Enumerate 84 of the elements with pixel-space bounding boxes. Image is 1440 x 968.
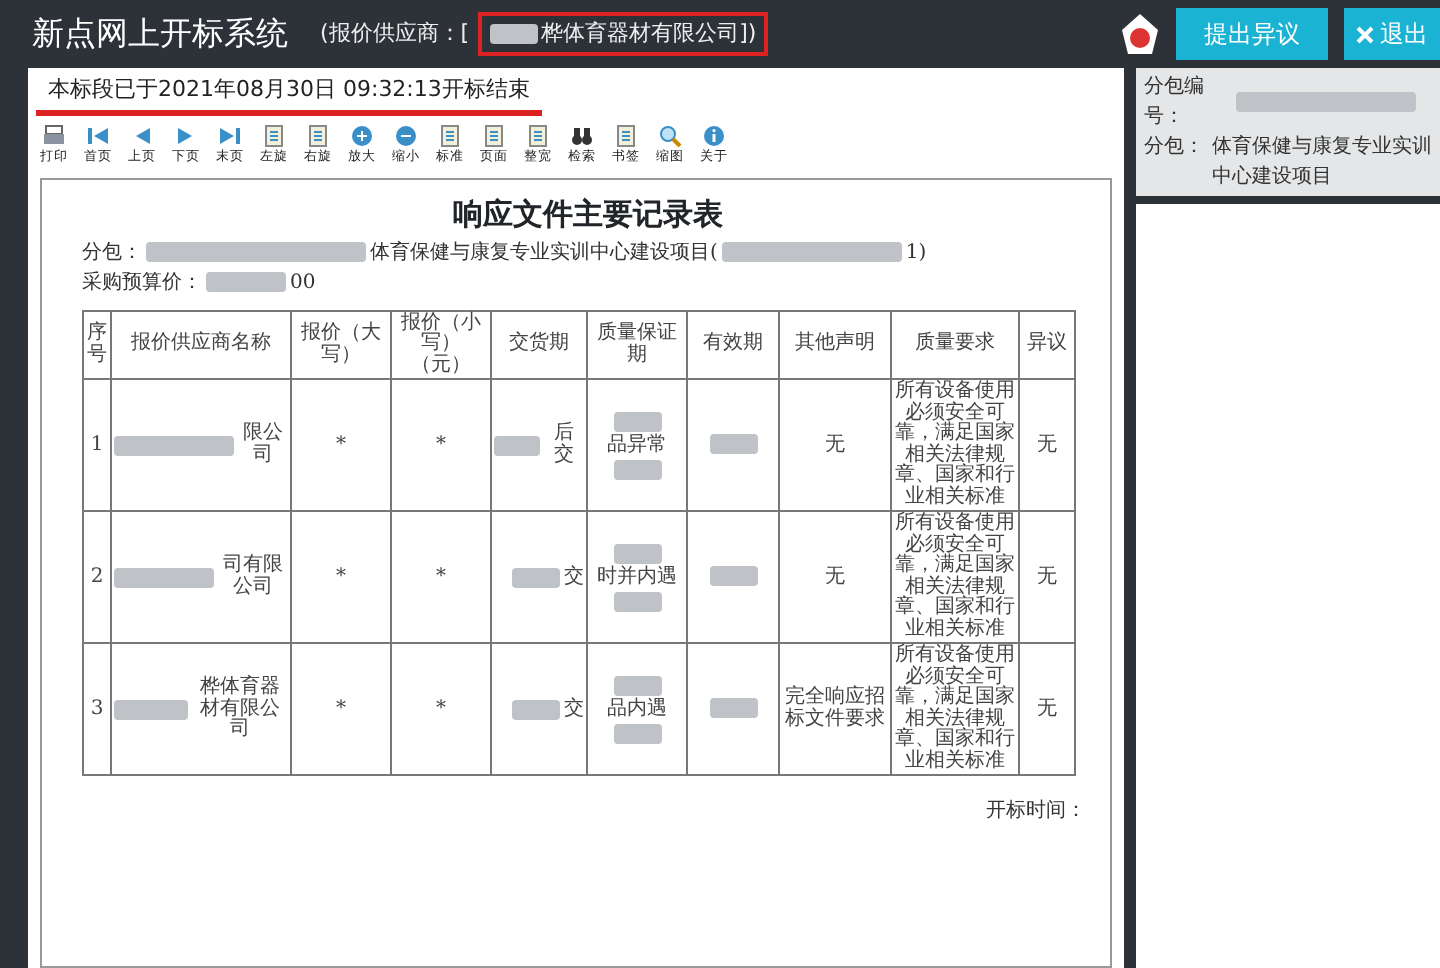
redaction-block bbox=[709, 566, 757, 587]
delivery-cell-text: 后交 bbox=[552, 424, 577, 467]
package-label: 分包： bbox=[82, 239, 142, 268]
supplier-label: (报价供应商：[ bbox=[320, 17, 470, 50]
page-icon bbox=[262, 123, 286, 147]
redaction-block bbox=[512, 699, 560, 720]
redaction-block bbox=[613, 724, 661, 744]
zoom-in-icon bbox=[350, 123, 374, 147]
table-cell: * bbox=[391, 379, 491, 512]
zoom-out-icon bbox=[394, 123, 418, 147]
redaction-block bbox=[114, 567, 214, 588]
last-page-icon bbox=[218, 123, 242, 147]
redaction-block bbox=[709, 434, 757, 455]
table-cell: 无 bbox=[1019, 511, 1075, 644]
table-cell: 无 bbox=[1019, 379, 1075, 512]
supplier-cell-text: 桦体育器材有限公司 bbox=[198, 678, 283, 741]
redaction-block bbox=[613, 543, 661, 563]
redaction-block bbox=[206, 272, 286, 293]
column-header: 报价（小写）（元） bbox=[391, 310, 491, 380]
printer-icon bbox=[42, 123, 66, 147]
redaction-block bbox=[114, 699, 189, 720]
redaction-block bbox=[613, 411, 661, 431]
table-cell: * bbox=[291, 379, 391, 512]
info-icon bbox=[702, 123, 726, 147]
opening-time-label: 开标时间： bbox=[984, 797, 1088, 827]
column-header: 质量要求 bbox=[891, 310, 1019, 380]
column-header: 有效期 bbox=[687, 310, 779, 380]
delivery-cell: 交 bbox=[564, 567, 584, 588]
warranty-cell: 时并内遇 bbox=[597, 567, 677, 588]
column-header: 序号 bbox=[83, 310, 111, 380]
redaction-block bbox=[613, 460, 661, 480]
table-cell: * bbox=[291, 643, 391, 776]
table-cell: 无 bbox=[779, 379, 891, 512]
warranty-cell: 品内遇 bbox=[607, 699, 667, 720]
table-cell: 3 bbox=[83, 643, 111, 776]
close-icon bbox=[1356, 25, 1374, 43]
table-cell: 2 bbox=[83, 511, 111, 644]
package-suffix: 1) bbox=[905, 239, 927, 268]
redaction-block bbox=[512, 567, 560, 588]
column-header: 报价（大写） bbox=[291, 310, 391, 380]
column-header: 质量保证期 bbox=[587, 310, 687, 380]
table-cell: 1 bbox=[83, 379, 111, 512]
budget-value: 00 bbox=[290, 269, 316, 298]
supplier-cell-text: 司有限公司 bbox=[220, 556, 285, 599]
notice-text: 本标段已于2021年08月30日 09:32:13开标结束 bbox=[36, 68, 542, 115]
package-label: 分包： bbox=[1144, 134, 1204, 162]
document-title: 响应文件主要记录表 bbox=[451, 194, 725, 237]
table-cell: 所有设备使用必须安全可靠，满足国家相关法律规章、国家和行业相关标准 bbox=[891, 511, 1019, 644]
redaction-block bbox=[489, 24, 538, 44]
package-number-label: 分包编号： bbox=[1144, 73, 1206, 132]
table-cell: 无 bbox=[779, 511, 891, 644]
column-header: 异议 bbox=[1019, 310, 1075, 380]
search-icon bbox=[658, 123, 682, 147]
redaction-block bbox=[709, 698, 757, 719]
redaction-block bbox=[613, 675, 661, 695]
redaction-block bbox=[114, 435, 233, 456]
warranty-cell: 品异常 bbox=[607, 435, 667, 456]
page-icon bbox=[526, 123, 550, 147]
supplier-cell-text: 限公司 bbox=[240, 424, 285, 467]
page-icon bbox=[482, 123, 506, 147]
redaction-block bbox=[613, 592, 661, 612]
seal-icon bbox=[1120, 12, 1160, 56]
page-icon bbox=[438, 123, 462, 147]
table-cell: 所有设备使用必须安全可靠，满足国家相关法律规章、国家和行业相关标准 bbox=[891, 643, 1019, 776]
column-header: 其他声明 bbox=[779, 310, 891, 380]
binoculars-icon bbox=[570, 123, 594, 147]
table-cell: 无 bbox=[1019, 643, 1075, 776]
page-icon bbox=[614, 123, 638, 147]
redaction-block bbox=[494, 435, 541, 456]
table-cell: * bbox=[391, 643, 491, 776]
window-title: 新点网上开标系统 bbox=[32, 12, 288, 56]
page-icon bbox=[306, 123, 330, 147]
table-cell: * bbox=[391, 511, 491, 644]
column-header: 报价供应商名称 bbox=[111, 310, 291, 380]
table-cell: * bbox=[291, 511, 391, 644]
table-cell: 所有设备使用必须安全可靠，满足国家相关法律规章、国家和行业相关标准 bbox=[891, 379, 1019, 512]
column-header: 交货期 bbox=[491, 310, 587, 380]
supplier-name: 桦体育器材有限公司]) bbox=[541, 17, 757, 50]
package-name: 体育保健与康复专业实训中心建设项目( bbox=[370, 239, 718, 268]
delivery-cell: 交 bbox=[564, 699, 584, 720]
table-cell: 完全响应招标文件要求 bbox=[779, 643, 891, 776]
first-page-icon bbox=[86, 123, 110, 147]
budget-label: 采购预算价： bbox=[82, 269, 202, 298]
package-name: 体育保健与康复专业实训中心建设项目 bbox=[1212, 133, 1432, 192]
